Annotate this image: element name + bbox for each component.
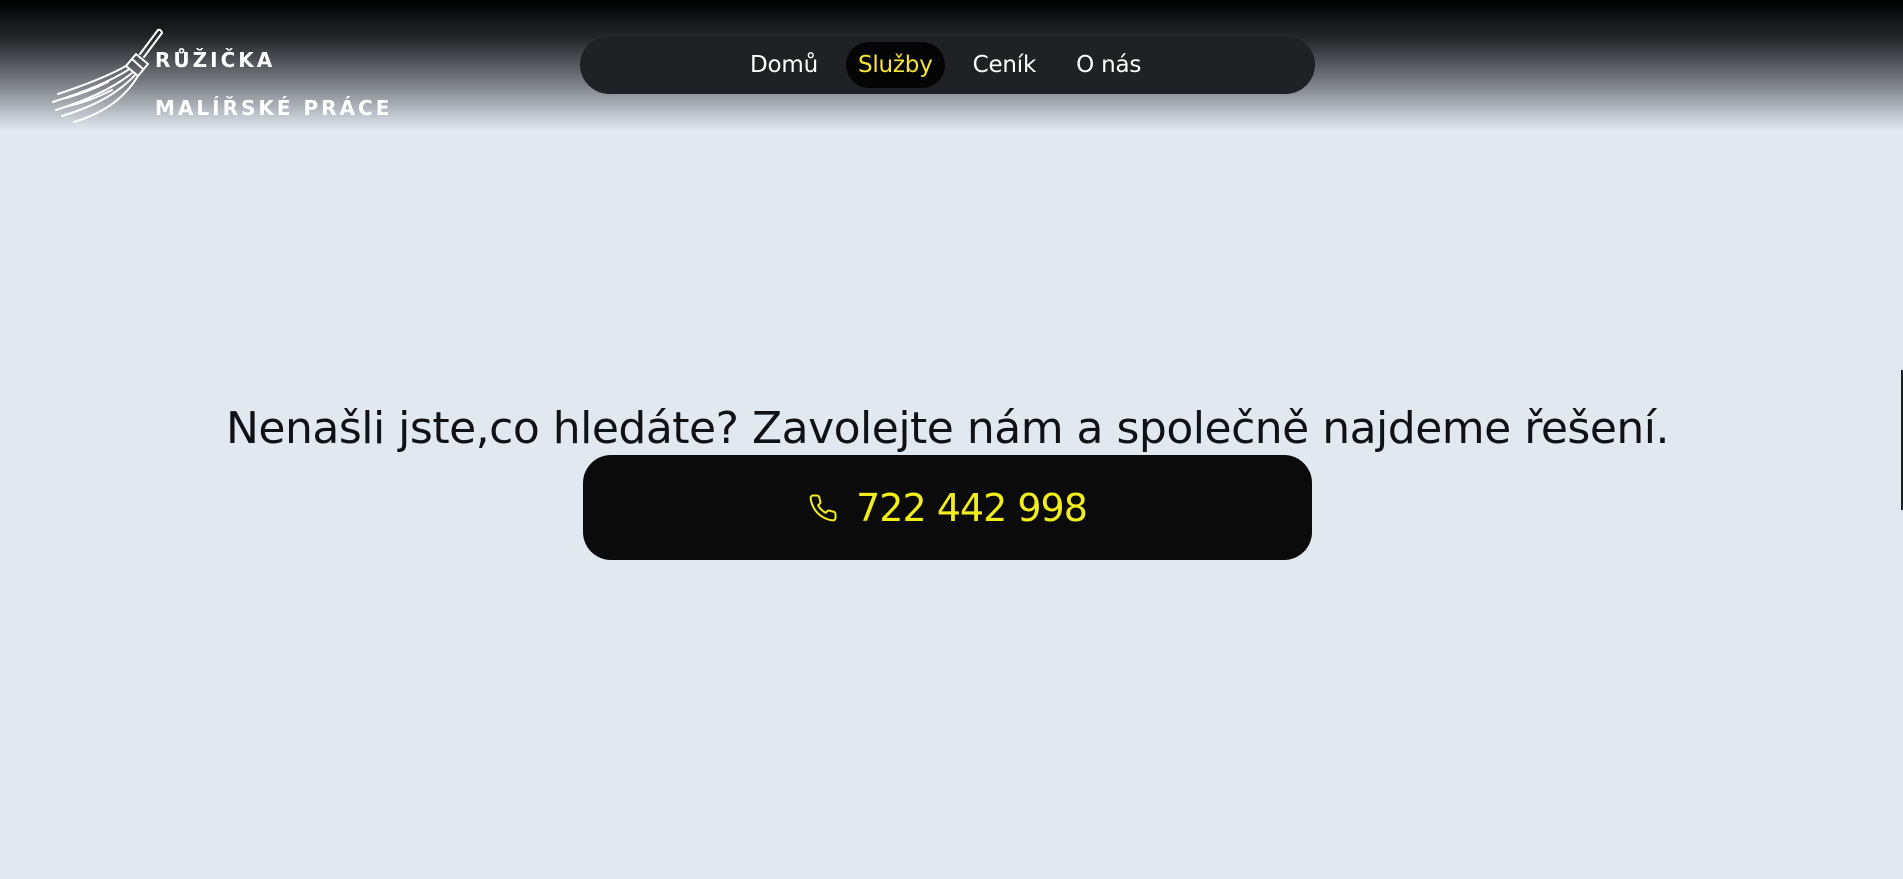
nav-item-sluzby[interactable]: Služby	[845, 41, 945, 88]
phone-icon	[808, 493, 838, 523]
page-heading: Nenašli jste,co hledáte? Zavolejte nám a…	[225, 403, 1670, 455]
brand-name: RŮŽIČKA	[155, 48, 276, 72]
brand-tagline: MALÍŘSKÉ PRÁCE	[155, 96, 393, 120]
nav-item-cenik[interactable]: Ceník	[961, 42, 1049, 88]
brand-logo[interactable]: RŮŽIČKA MALÍŘSKÉ PRÁCE	[48, 24, 408, 129]
paintbrush-icon	[52, 28, 163, 123]
main-navigation: Domů Služby Ceník O nás	[580, 35, 1315, 94]
call-button[interactable]: 722 442 998	[583, 455, 1312, 560]
nav-item-domu[interactable]: Domů	[738, 42, 830, 88]
nav-item-o-nas[interactable]: O nás	[1064, 42, 1153, 88]
phone-number: 722 442 998	[856, 485, 1088, 530]
